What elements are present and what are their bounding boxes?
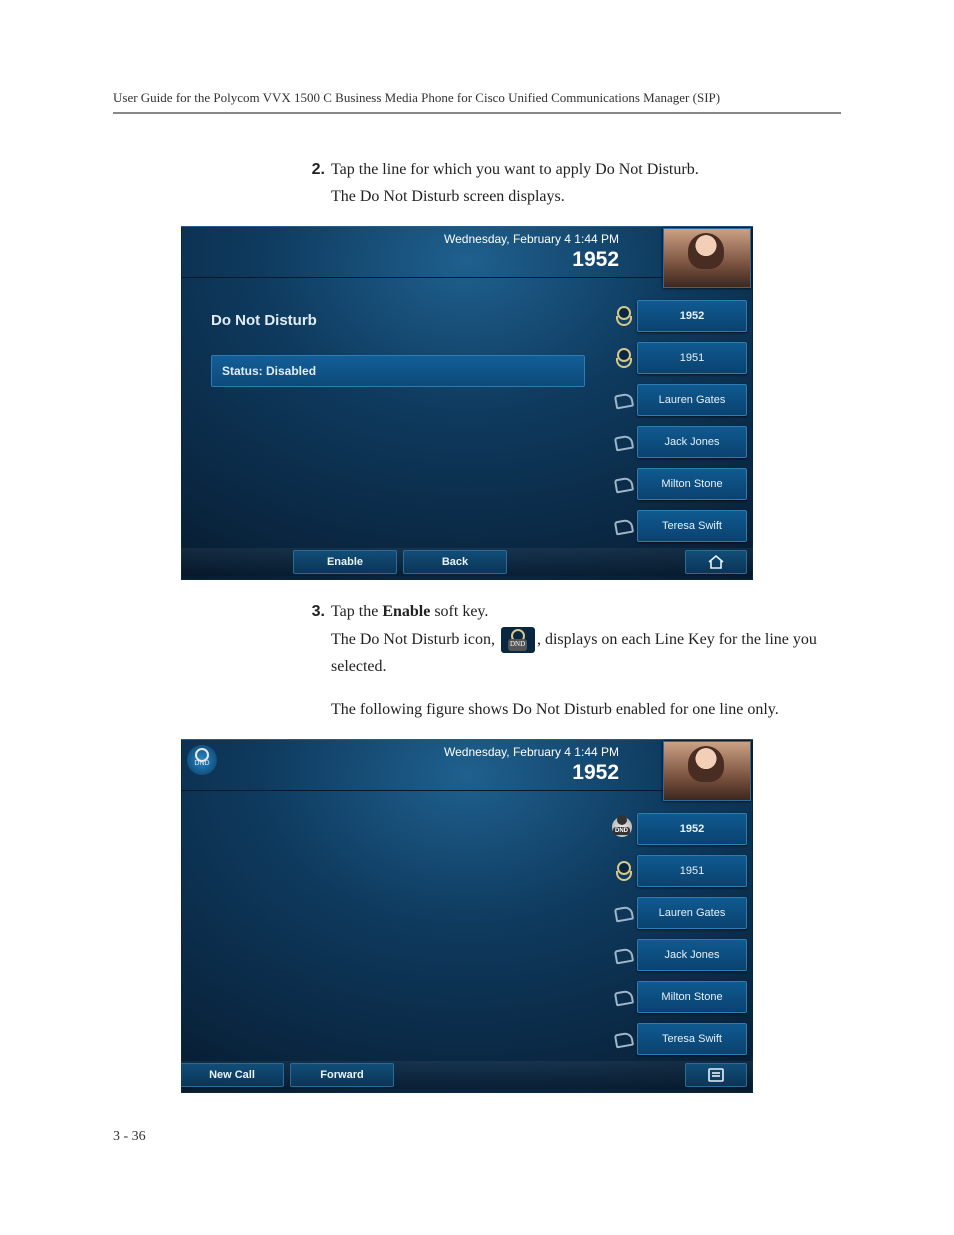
page-footer: 3 - 36 (113, 1129, 146, 1145)
line-key-lauren[interactable]: Lauren Gates (637, 897, 747, 929)
line-key-1952[interactable]: 1952 (637, 813, 747, 845)
menu-button[interactable] (685, 1063, 747, 1087)
user-avatar (663, 228, 751, 288)
screen-title: Do Not Disturb (211, 312, 603, 329)
line-key-label: Jack Jones (664, 436, 719, 448)
newcall-softkey[interactable]: New Call (181, 1063, 284, 1087)
line-key-label: 1951 (680, 865, 704, 877)
speeddial-icon (612, 430, 634, 452)
step-text: Tap the Enable soft key. (331, 603, 488, 620)
person-icon (612, 859, 634, 881)
speeddial-icon (612, 388, 634, 410)
line-key-label: 1951 (680, 352, 704, 364)
datetime-label: Wednesday, February 4 1:44 PM (444, 745, 619, 759)
step-2: 2. Tap the line for which you want to app… (297, 156, 841, 210)
speeddial-icon (612, 1027, 634, 1049)
line-key-milton[interactable]: Milton Stone (637, 468, 747, 500)
dnd-icon (501, 627, 535, 653)
line-key-label: Milton Stone (661, 991, 722, 1003)
line-keys-sidebar: 1952 1951 Lauren Gates Jack Jones Milton… (637, 300, 747, 552)
line-key-milton[interactable]: Milton Stone (637, 981, 747, 1013)
line-keys-sidebar: 1952 1951 Lauren Gates Jack Jones Milton… (637, 813, 747, 1065)
speeddial-icon (612, 985, 634, 1007)
document-icon (707, 1068, 725, 1082)
step-3: 3. Tap the Enable soft key. The Do Not Di… (297, 598, 841, 723)
step-text-cont: The Do Not Disturb icon, , displays on e… (331, 626, 841, 681)
line-key-1951[interactable]: 1951 (637, 855, 747, 887)
step-text-cont: The following figure shows Do Not Distur… (331, 696, 841, 723)
speeddial-icon (612, 943, 634, 965)
step-number: 3. (297, 598, 325, 625)
back-softkey[interactable]: Back (403, 550, 507, 574)
forward-softkey[interactable]: Forward (290, 1063, 394, 1087)
line-key-lauren[interactable]: Lauren Gates (637, 384, 747, 416)
softkey-spacer (513, 551, 685, 573)
extension-label: 1952 (572, 761, 619, 785)
dnd-status-box[interactable]: Status: Disabled (211, 355, 585, 387)
step-number: 2. (297, 156, 325, 183)
line-key-teresa[interactable]: Teresa Swift (637, 510, 747, 542)
softkey-spacer (400, 1064, 685, 1086)
step-text: Tap the line for which you want to apply… (331, 161, 699, 178)
status-bar: Wednesday, February 4 1:44 PM 1952 (181, 739, 753, 791)
line-key-label: 1952 (680, 310, 704, 322)
softkey-bar: New Call Forward (181, 1061, 753, 1089)
line-key-label: Lauren Gates (659, 907, 726, 919)
user-avatar (663, 741, 751, 801)
softkey-bar: Enable Back (181, 548, 753, 576)
phone-screenshot-2: Wednesday, February 4 1:44 PM 1952 1952 … (181, 739, 753, 1093)
home-icon (707, 554, 725, 570)
line-key-1952[interactable]: 1952 (637, 300, 747, 332)
line-key-label: Jack Jones (664, 949, 719, 961)
step-text-cont: The Do Not Disturb screen displays. (331, 183, 841, 210)
speeddial-icon (612, 514, 634, 536)
home-button[interactable] (685, 550, 747, 574)
enable-softkey[interactable]: Enable (293, 550, 397, 574)
line-key-1951[interactable]: 1951 (637, 342, 747, 374)
dnd-icon (612, 817, 632, 837)
line-key-label: 1952 (680, 823, 704, 835)
dnd-icon (187, 745, 217, 775)
extension-label: 1952 (572, 248, 619, 272)
line-key-label: Teresa Swift (662, 520, 722, 532)
line-key-jack[interactable]: Jack Jones (637, 939, 747, 971)
page-header: User Guide for the Polycom VVX 1500 C Bu… (113, 90, 841, 114)
person-icon (612, 346, 634, 368)
line-key-teresa[interactable]: Teresa Swift (637, 1023, 747, 1055)
datetime-label: Wednesday, February 4 1:44 PM (444, 232, 619, 246)
line-key-label: Milton Stone (661, 478, 722, 490)
line-key-jack[interactable]: Jack Jones (637, 426, 747, 458)
person-icon (612, 304, 634, 326)
phone-screenshot-1: Wednesday, February 4 1:44 PM 1952 Do No… (181, 226, 753, 580)
speeddial-icon (612, 472, 634, 494)
speeddial-icon (612, 901, 634, 923)
line-key-label: Teresa Swift (662, 1033, 722, 1045)
line-key-label: Lauren Gates (659, 394, 726, 406)
status-bar: Wednesday, February 4 1:44 PM 1952 (181, 226, 753, 278)
